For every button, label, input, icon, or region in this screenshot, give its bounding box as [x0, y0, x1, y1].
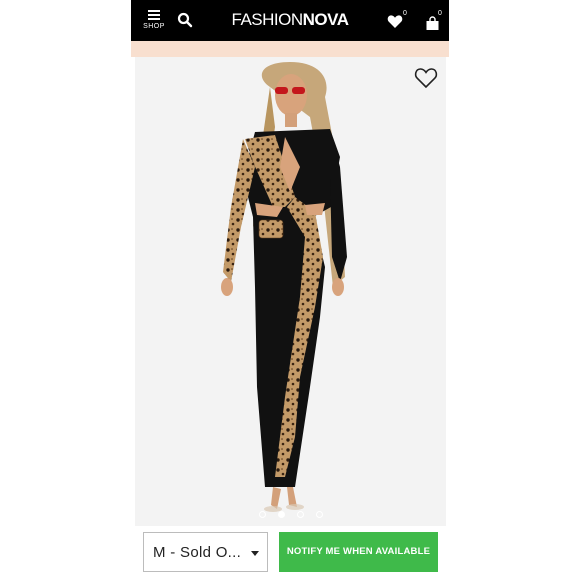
- mobile-page: SHOP FASHIONNOVA 0 0 M - Sold O... NOTIF…: [131, 0, 449, 580]
- promo-banner[interactable]: [131, 41, 449, 57]
- wishlist-count: 0: [403, 10, 407, 17]
- cart-button[interactable]: 0: [426, 10, 446, 32]
- heart-filled-icon: [387, 15, 403, 28]
- purchase-bar: M - Sold O... NOTIFY ME WHEN AVAILABLE: [131, 528, 449, 580]
- cart-count: 0: [438, 10, 442, 17]
- product-image-gallery[interactable]: [135, 57, 446, 526]
- product-photo: [135, 57, 446, 526]
- notify-me-button[interactable]: NOTIFY ME WHEN AVAILABLE: [279, 532, 438, 572]
- wishlist-button[interactable]: 0: [387, 10, 409, 32]
- gallery-dot-3[interactable]: [296, 511, 304, 518]
- heart-outline-icon[interactable]: [414, 67, 438, 89]
- gallery-dot-1[interactable]: [258, 511, 266, 518]
- logo-text-nova: NOVA: [302, 10, 349, 29]
- top-navigation-bar: SHOP FASHIONNOVA 0 0: [131, 0, 449, 41]
- gallery-dot-2[interactable]: [277, 511, 285, 518]
- caret-down-icon: [251, 551, 259, 556]
- size-select-value: M - Sold O...: [153, 544, 242, 561]
- size-select[interactable]: M - Sold O...: [143, 532, 268, 572]
- shopping-bag-icon: [426, 16, 439, 30]
- logo-text-fashion: FASHION: [231, 10, 304, 29]
- gallery-pagination: [135, 511, 446, 518]
- gallery-dot-4[interactable]: [315, 511, 323, 518]
